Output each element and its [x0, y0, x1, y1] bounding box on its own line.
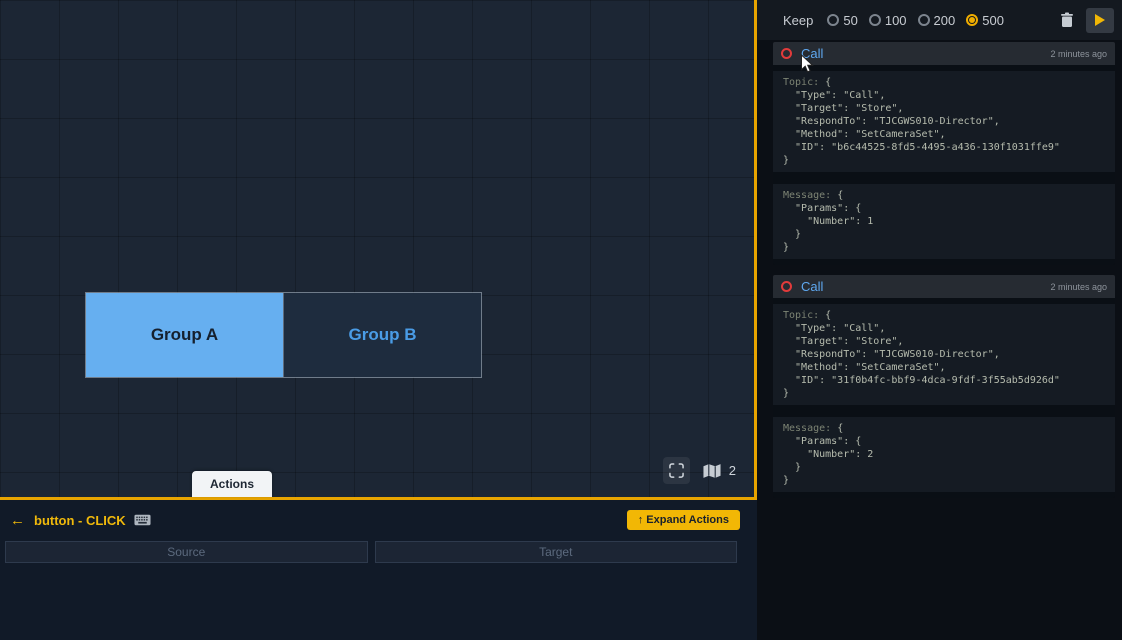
topic-block: Topic: { "Type": "Call", "Target": "Stor…	[773, 71, 1115, 172]
source-input[interactable]	[5, 541, 368, 563]
message-timestamp: 2 minutes ago	[1050, 49, 1107, 59]
trash-icon	[1060, 12, 1074, 28]
viewfinder-icon	[669, 463, 684, 478]
topic-block: Topic: { "Type": "Call", "Target": "Stor…	[773, 304, 1115, 405]
call-status-icon	[781, 281, 792, 292]
group-button-pair: Group A Group B	[86, 293, 481, 377]
keep-option-200[interactable]: 200	[918, 13, 956, 28]
topic-json: Topic: { "Type": "Call", "Target": "Stor…	[783, 309, 1105, 400]
source-target-row	[5, 541, 737, 563]
keep-option-50[interactable]: 50	[827, 13, 857, 28]
actions-tab[interactable]: Actions	[192, 471, 272, 497]
message-card-header[interactable]: Call 2 minutes ago	[773, 275, 1115, 298]
keep-toolbar: Keep 50 100 200 500	[757, 0, 1122, 40]
message-card: Call 2 minutes ago Topic: { "Type": "Cal…	[773, 275, 1115, 498]
message-card-body: Topic: { "Type": "Call", "Target": "Stor…	[773, 298, 1115, 498]
radio-icon	[918, 14, 930, 26]
target-input[interactable]	[375, 541, 738, 563]
keep-option-label: 50	[843, 13, 857, 28]
call-status-icon	[781, 48, 792, 59]
radio-icon	[869, 14, 881, 26]
map-icon	[702, 463, 722, 479]
canvas-tools: 2	[663, 457, 736, 484]
message-json: Message: { "Params": { "Number": 2 } }	[783, 422, 1105, 487]
keep-option-label: 500	[982, 13, 1004, 28]
message-timestamp: 2 minutes ago	[1050, 282, 1107, 292]
message-card-header[interactable]: Call 2 minutes ago	[773, 42, 1115, 65]
keep-option-500[interactable]: 500	[966, 13, 1004, 28]
message-block: Message: { "Params": { "Number": 2 } }	[773, 417, 1115, 492]
clear-messages-button[interactable]	[1060, 12, 1074, 28]
map-button[interactable]: 2	[702, 463, 736, 479]
message-list: Call 2 minutes ago Topic: { "Type": "Cal…	[773, 42, 1115, 508]
message-title[interactable]: Call	[801, 279, 823, 294]
message-title[interactable]: Call	[801, 46, 823, 61]
topic-json: Topic: { "Type": "Call", "Target": "Stor…	[783, 76, 1105, 167]
app-root: Group A Group B Actions 2 ← button - CLI…	[0, 0, 1122, 640]
message-card-body: Topic: { "Type": "Call", "Target": "Stor…	[773, 65, 1115, 265]
play-icon	[1094, 13, 1106, 27]
message-json: Message: { "Params": { "Number": 1 } }	[783, 189, 1105, 254]
back-arrow-icon[interactable]: ←	[10, 512, 25, 529]
message-card: Call 2 minutes ago Topic: { "Type": "Cal…	[773, 42, 1115, 265]
actions-panel: ← button - CLICK ↑ Expand Actions	[0, 500, 757, 640]
keep-label: Keep	[783, 13, 813, 28]
map-count: 2	[729, 463, 736, 478]
radio-icon	[827, 14, 839, 26]
actions-panel-header: ← button - CLICK ↑ Expand Actions	[10, 509, 740, 531]
radio-icon-selected	[966, 14, 978, 26]
messages-panel: Keep 50 100 200 500	[757, 0, 1122, 640]
keyboard-icon	[134, 514, 151, 526]
focus-view-button[interactable]	[663, 457, 690, 484]
action-title: button - CLICK	[34, 513, 126, 528]
play-button[interactable]	[1086, 8, 1114, 33]
keep-option-100[interactable]: 100	[869, 13, 907, 28]
stage-canvas[interactable]: Group A Group B Actions 2	[0, 0, 757, 500]
keep-option-label: 100	[885, 13, 907, 28]
group-b-button[interactable]: Group B	[283, 293, 481, 377]
message-block: Message: { "Params": { "Number": 1 } }	[773, 184, 1115, 259]
expand-actions-button[interactable]: ↑ Expand Actions	[627, 510, 740, 530]
group-a-button[interactable]: Group A	[86, 293, 283, 377]
keep-option-label: 200	[934, 13, 956, 28]
